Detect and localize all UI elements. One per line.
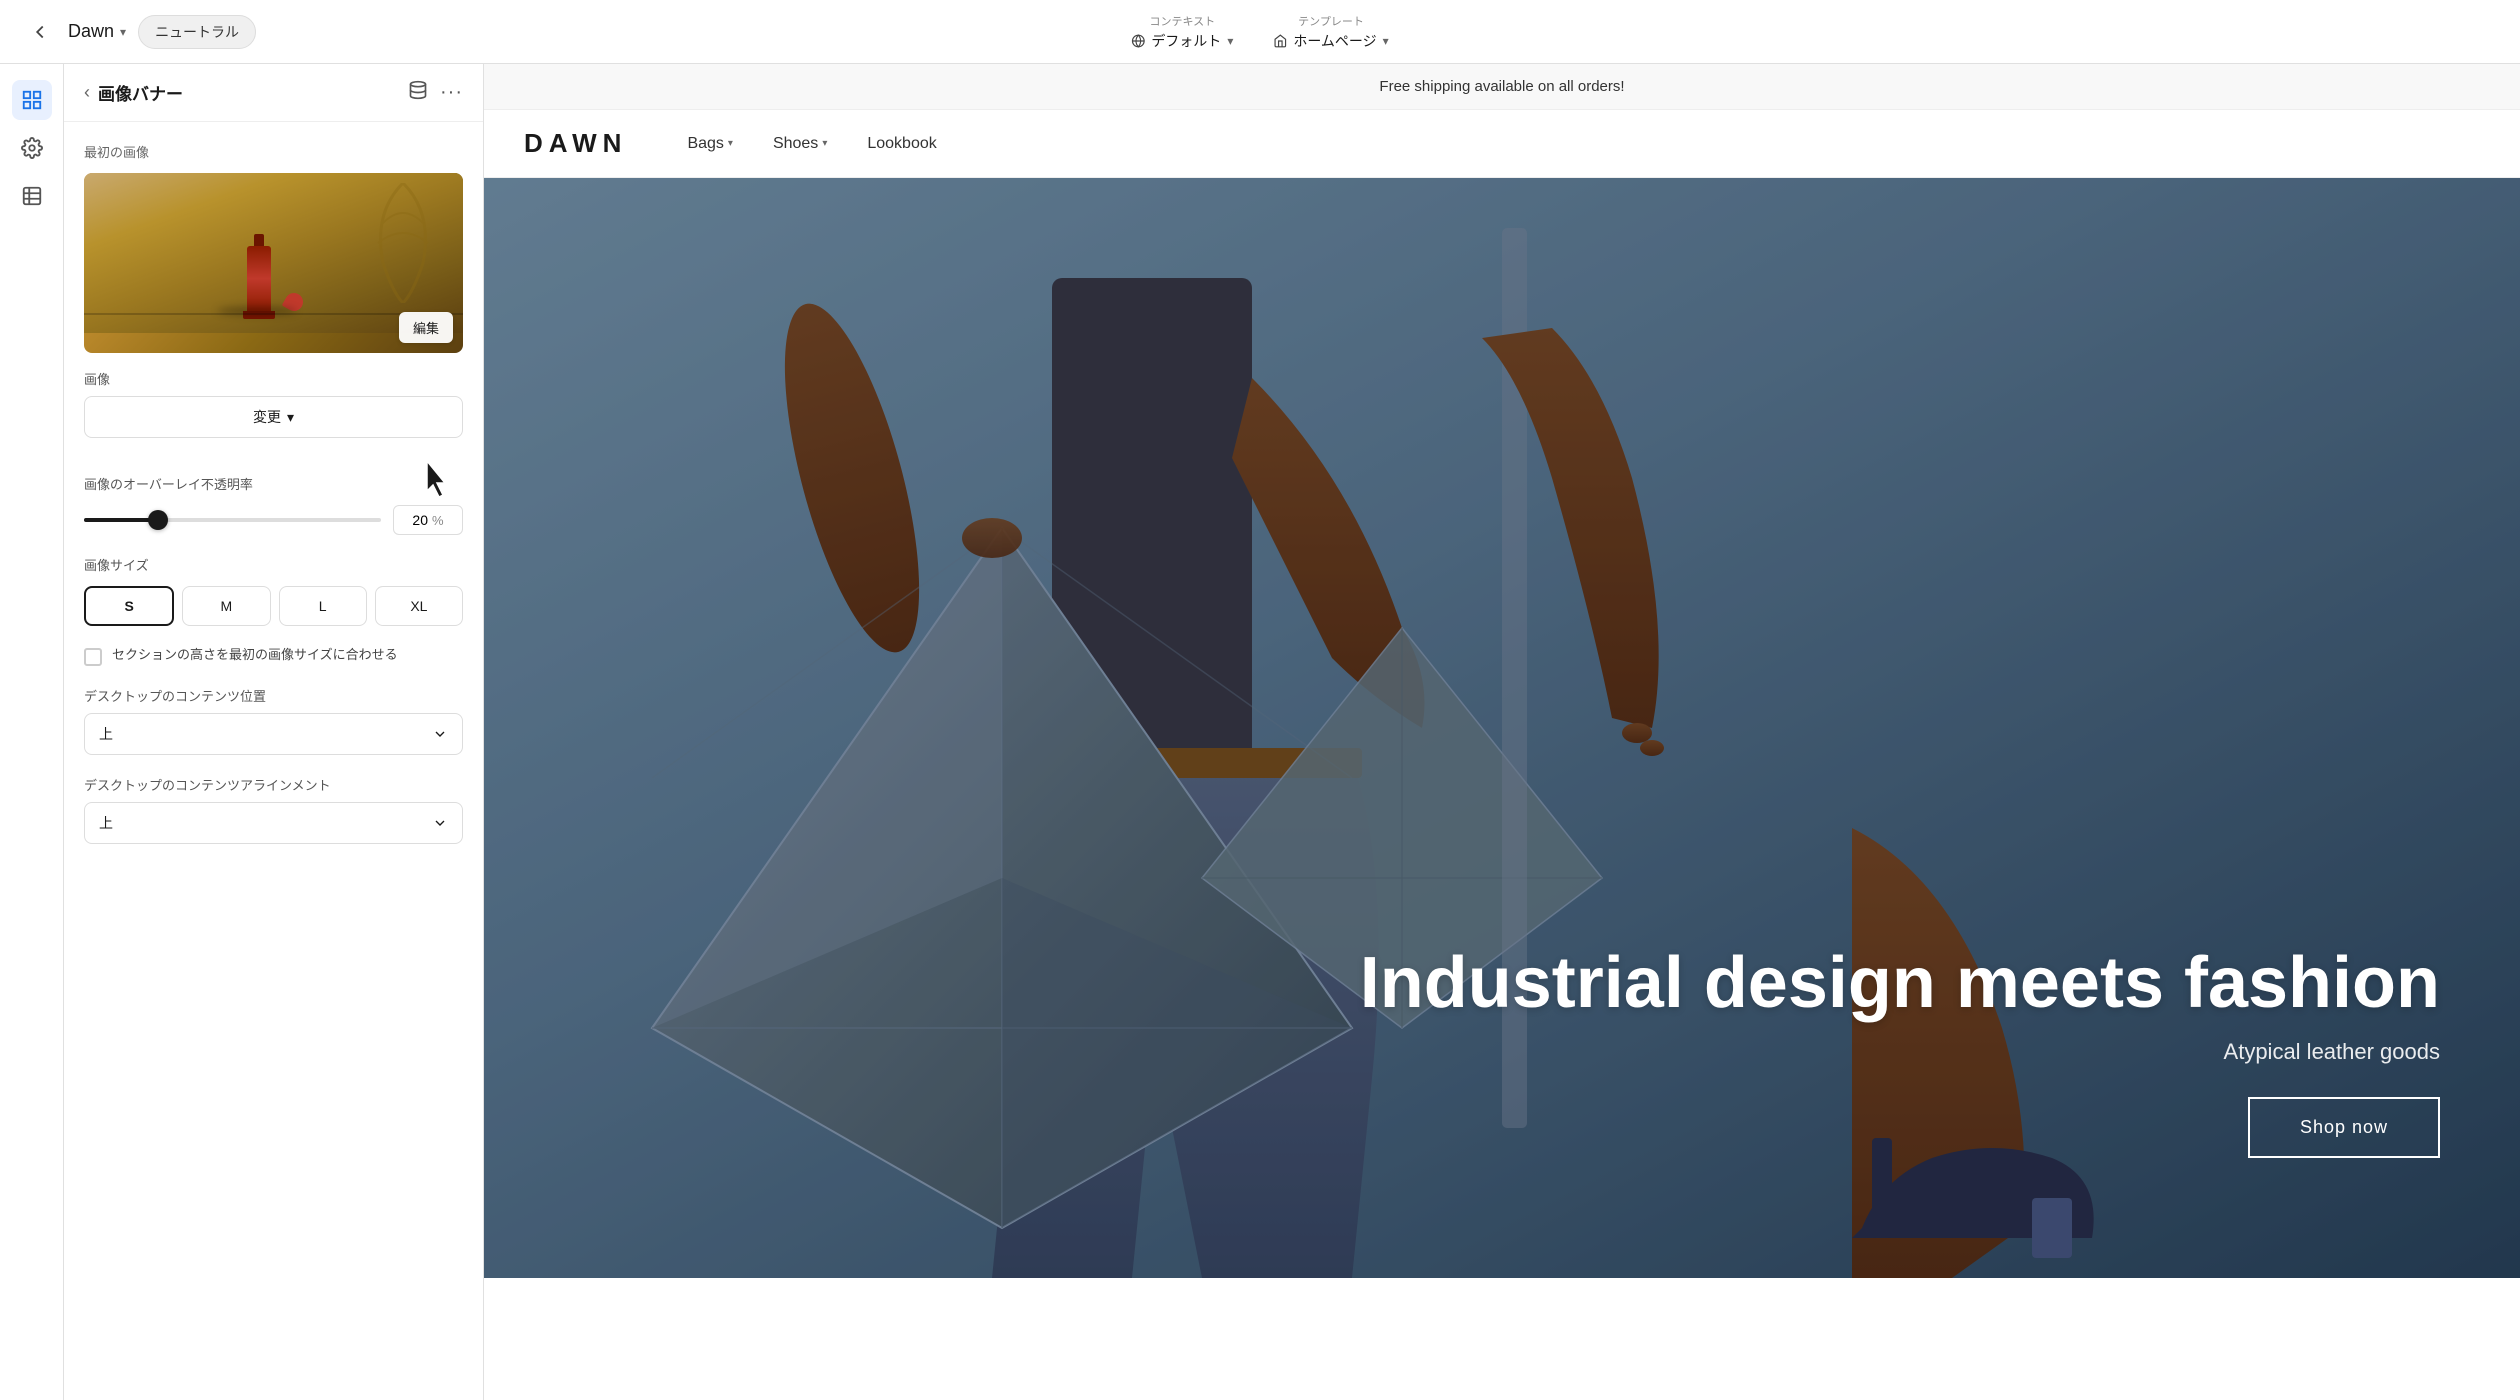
overlay-percent: % — [432, 513, 444, 528]
size-btn-m[interactable]: M — [182, 586, 270, 626]
preview-area: Free shipping available on all orders! D… — [484, 64, 2520, 1400]
nav-shoes-label: Shoes — [773, 135, 818, 153]
cursor-pointer — [423, 459, 453, 504]
change-chevron-icon: ▾ — [287, 409, 294, 426]
context-section: コンテキスト デフォルト ▾ — [1131, 13, 1233, 51]
desktop-align-label: デスクトップのコンテンツアラインメント — [84, 775, 463, 794]
nav-bags-label: Bags — [687, 135, 723, 153]
change-btn-label: 変更 — [253, 407, 281, 427]
store-name-dropdown[interactable]: Dawn ▾ — [68, 21, 126, 42]
template-value-label: ホームページ — [1293, 31, 1376, 51]
store-preview: Free shipping available on all orders! D… — [484, 64, 2520, 1400]
context-label: コンテキスト — [1149, 13, 1215, 29]
sidebar-stack-icon[interactable] — [408, 80, 428, 105]
size-label: 画像サイズ — [84, 555, 463, 574]
desktop-position-section: デスクトップのコンテンツ位置 上 — [64, 686, 483, 775]
sidebar-more-button[interactable]: ··· — [440, 81, 463, 104]
nav-item-shoes[interactable]: Shoes ▾ — [773, 135, 827, 153]
template-label: テンプレート — [1298, 13, 1364, 29]
back-icon[interactable] — [24, 16, 56, 48]
sidebar-header: ‹ 画像バナー ··· — [64, 64, 483, 122]
image-section: 最初の画像 — [64, 122, 483, 369]
sidebar-title: 画像バナー — [98, 80, 183, 105]
hero-title: Industrial design meets fashion — [1360, 944, 2440, 1023]
nav-item-lookbook[interactable]: Lookbook — [867, 135, 936, 153]
checkbox-section: セクションの高さを最初の画像サイズに合わせる — [64, 646, 483, 686]
template-chevron: ▾ — [1383, 34, 1389, 48]
desktop-align-section: デスクトップのコンテンツアラインメント 上 — [64, 775, 483, 864]
hero-shop-button[interactable]: Shop now — [2248, 1097, 2440, 1158]
desktop-align-select[interactable]: 上 — [84, 802, 463, 844]
neutral-badge[interactable]: ニュートラル — [138, 15, 256, 49]
icon-bar-grid[interactable] — [12, 176, 52, 216]
shipping-notice: Free shipping available on all orders! — [1379, 78, 1624, 95]
slider-track[interactable] — [84, 518, 381, 522]
overlay-label: 画像のオーバーレイ不透明率 — [84, 474, 463, 493]
desktop-position-label: デスクトップのコンテンツ位置 — [84, 686, 463, 705]
context-value-label: デフォルト — [1151, 31, 1221, 51]
size-section: 画像サイズ S M L XL — [64, 555, 483, 646]
size-btn-s[interactable]: S — [84, 586, 174, 626]
fit-image-checkbox[interactable] — [84, 648, 102, 666]
nav-lookbook-label: Lookbook — [867, 135, 936, 153]
image-preview-container: 編集 — [84, 173, 463, 353]
context-dropdown[interactable]: デフォルト ▾ — [1131, 31, 1233, 51]
store-name-chevron: ▾ — [120, 25, 126, 39]
icon-bar-layers[interactable] — [12, 80, 52, 120]
hero-banner: Industrial design meets fashion Atypical… — [484, 178, 2520, 1278]
sidebar-header-left: ‹ 画像バナー — [84, 80, 183, 105]
slider-value-box: 20 % — [393, 505, 463, 535]
overlay-section: 画像のオーバーレイ不透明率 20 % — [64, 474, 483, 555]
size-btn-xl[interactable]: XL — [375, 586, 463, 626]
context-chevron: ▾ — [1227, 34, 1233, 48]
image-section-label: 最初の画像 — [84, 142, 463, 161]
size-buttons: S M L XL — [84, 586, 463, 626]
checkbox-row: セクションの高さを最初の画像サイズに合わせる — [84, 646, 463, 666]
desktop-position-value: 上 — [99, 724, 113, 744]
store-name-label: Dawn — [68, 21, 114, 42]
store-top-bar: Free shipping available on all orders! — [484, 64, 2520, 110]
overlay-value: 20 — [412, 512, 428, 528]
checkbox-label: セクションの高さを最初の画像サイズに合わせる — [112, 646, 398, 664]
desktop-align-value: 上 — [99, 813, 113, 833]
slider-fill — [84, 518, 158, 522]
icon-bar-settings[interactable] — [12, 128, 52, 168]
nav-bags-chevron: ▾ — [728, 138, 733, 149]
icon-bar — [0, 64, 64, 1400]
sidebar-back-button[interactable]: ‹ — [84, 82, 90, 103]
top-bar-center: コンテキスト デフォルト ▾ テンプレート ホームページ ▾ — [1131, 13, 1388, 51]
hero-content: Industrial design meets fashion Atypical… — [1360, 944, 2440, 1158]
top-bar: Dawn ▾ ニュートラル コンテキスト デフォルト ▾ テンプレート — [0, 0, 2520, 64]
main-content: ‹ 画像バナー ··· 最初の画像 — [0, 64, 2520, 1400]
image-field-section: 画像 変更 ▾ — [64, 369, 483, 474]
image-field-label: 画像 — [84, 369, 463, 388]
nav-item-bags[interactable]: Bags ▾ — [687, 135, 733, 153]
store-nav: DAWN Bags ▾ Shoes ▾ Lookbook — [484, 110, 2520, 178]
sidebar-panel: ‹ 画像バナー ··· 最初の画像 — [64, 64, 484, 1400]
store-logo: DAWN — [524, 128, 627, 159]
slider-row: 20 % — [84, 505, 463, 535]
template-dropdown[interactable]: ホームページ ▾ — [1273, 31, 1388, 51]
top-bar-left: Dawn ▾ ニュートラル — [24, 15, 256, 49]
template-section: テンプレート ホームページ ▾ — [1273, 13, 1388, 51]
image-edit-button[interactable]: 編集 — [399, 312, 453, 343]
slider-thumb[interactable] — [148, 510, 168, 530]
hero-subtitle: Atypical leather goods — [1360, 1039, 2440, 1065]
desktop-position-select[interactable]: 上 — [84, 713, 463, 755]
nav-shoes-chevron: ▾ — [822, 138, 827, 149]
change-image-button[interactable]: 変更 ▾ — [84, 396, 463, 438]
size-btn-l[interactable]: L — [279, 586, 367, 626]
